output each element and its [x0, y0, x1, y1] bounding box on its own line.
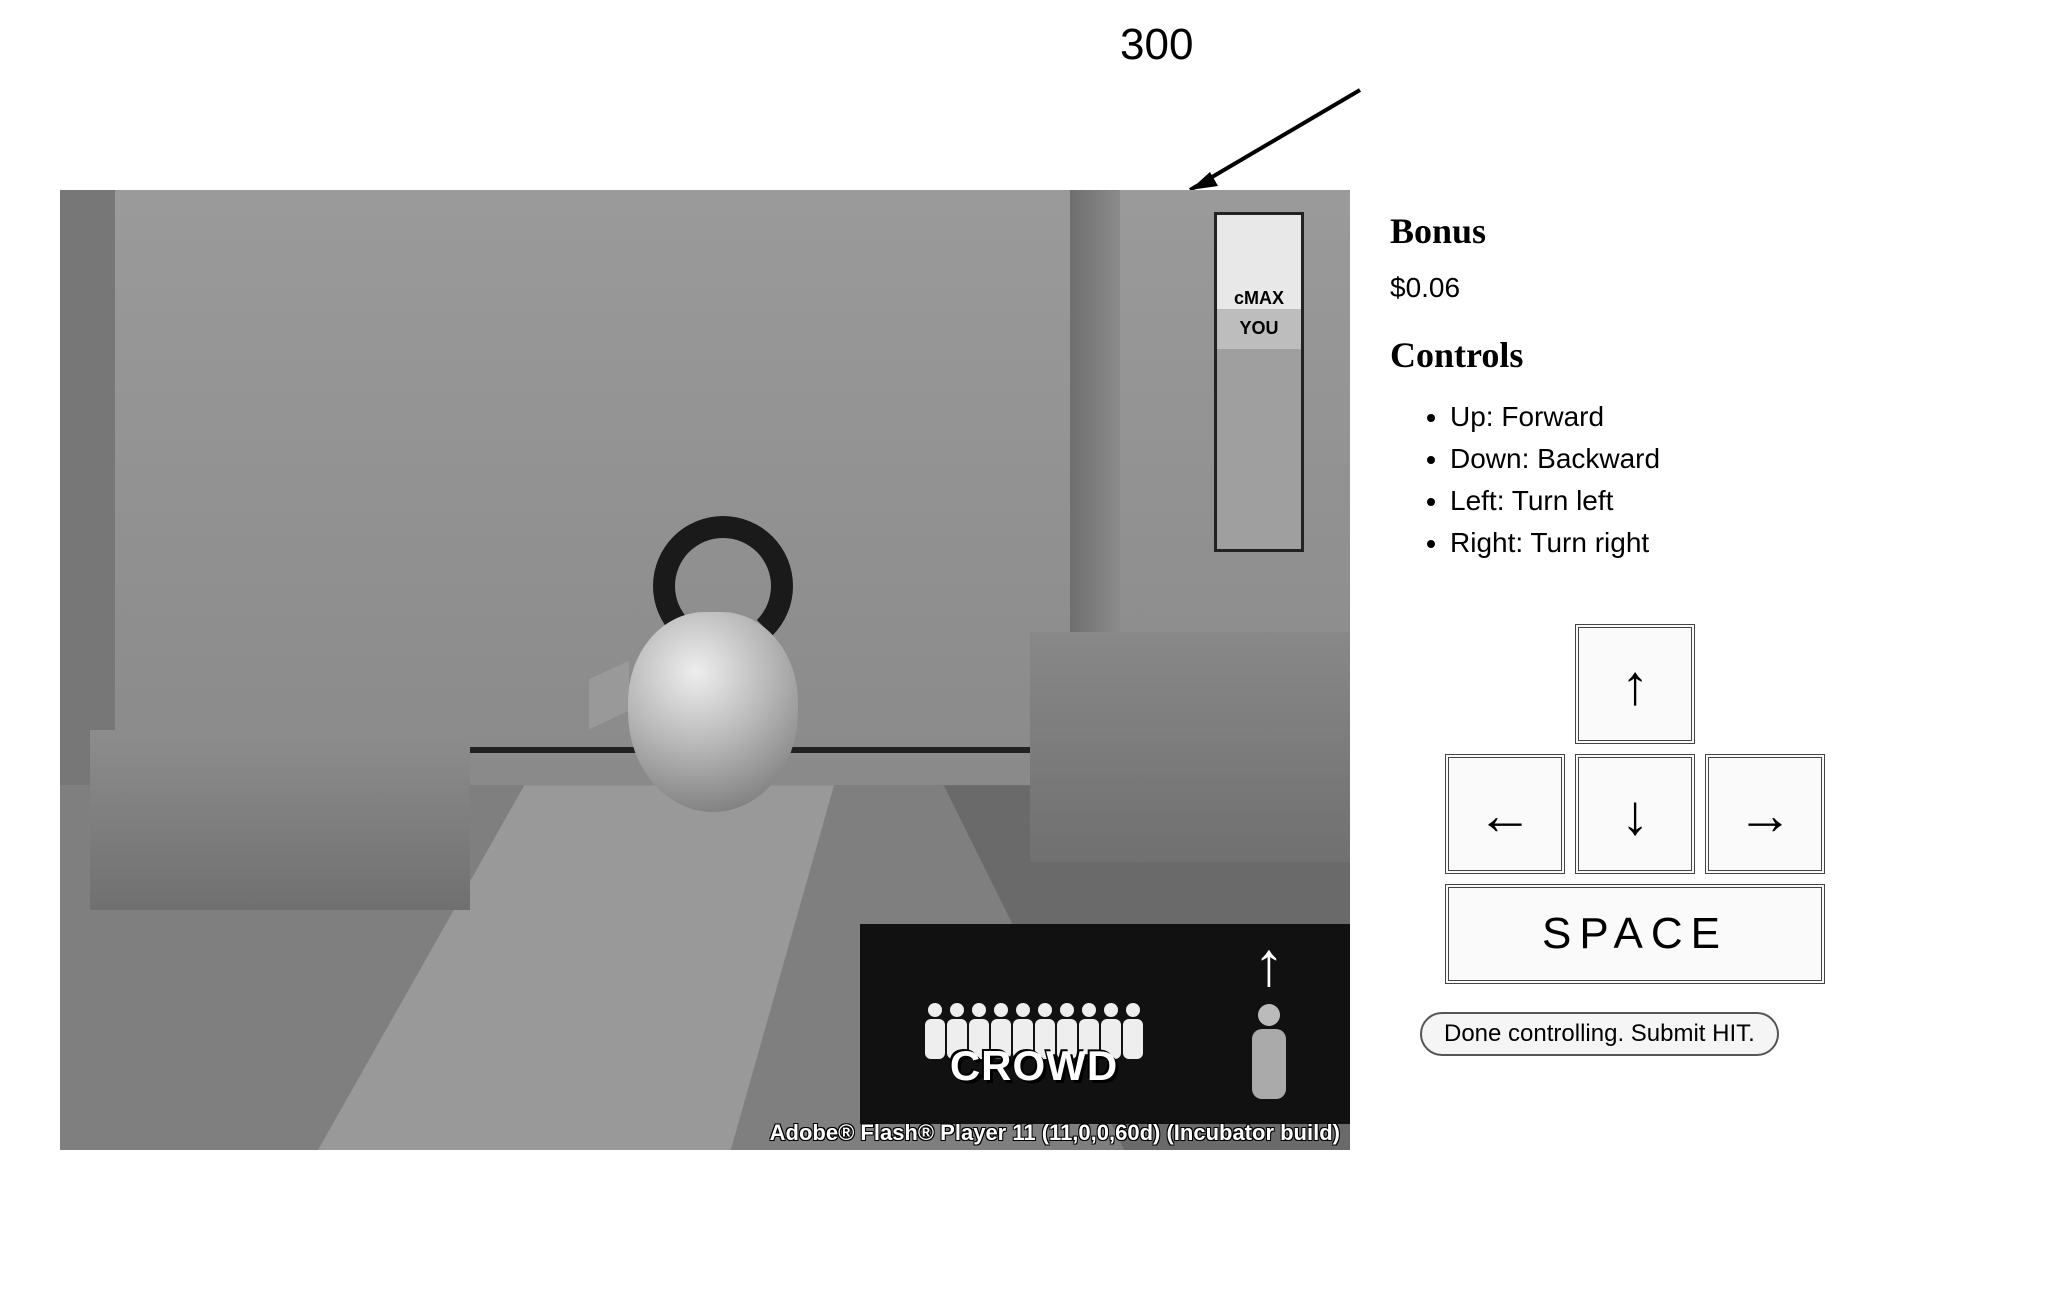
meter-lower: [1217, 349, 1301, 549]
meter-upper: cMAX: [1217, 215, 1301, 309]
crowd-status-overlay: CROWD ↑: [860, 924, 1350, 1124]
key-space[interactable]: SPACE: [1445, 884, 1825, 984]
controls-heading: Controls: [1390, 334, 1950, 376]
side-panel: Bonus $0.06 Controls Up: Forward Down: B…: [1390, 190, 1950, 1150]
key-down[interactable]: ↓: [1575, 754, 1695, 874]
crowd-label: CROWD: [950, 1042, 1118, 1090]
main-layout: 6 cMAX YOU: [60, 190, 1950, 1150]
key-left[interactable]: ←: [1445, 754, 1565, 874]
meter-max-label: cMAX: [1234, 288, 1284, 309]
flash-version-text: Adobe® Flash® Player 11 (11,0,0,60d) (In…: [770, 1120, 1340, 1146]
meter-you-label: YOU: [1239, 318, 1278, 339]
control-item-down: Down: Backward: [1450, 438, 1950, 480]
you-person-icon: [1252, 1004, 1286, 1099]
submit-label: Done controlling. Submit HIT.: [1444, 1020, 1755, 1047]
arrow-keypad: ↑ ← ↓ → SPACE: [1420, 624, 1850, 984]
bonus-value: $0.06: [1390, 272, 1950, 304]
arrow-up-icon: ↑: [1621, 652, 1649, 717]
figure-arrow-icon: [1170, 80, 1370, 200]
submit-hit-button[interactable]: Done controlling. Submit HIT.: [1420, 1012, 1779, 1056]
arrow-right-icon: →: [1737, 782, 1793, 847]
controls-list: Up: Forward Down: Backward Left: Turn le…: [1450, 396, 1950, 564]
meter-value: 6: [1232, 190, 1328, 195]
key-right[interactable]: →: [1705, 754, 1825, 874]
arrow-left-icon: ←: [1477, 782, 1533, 847]
scene-kettle-body: [628, 612, 798, 812]
video-feed-panel: 6 cMAX YOU: [60, 190, 1350, 1150]
arrow-down-icon: ↓: [1621, 782, 1649, 847]
up-arrow-icon: ↑: [1254, 934, 1285, 996]
control-item-right: Right: Turn right: [1450, 522, 1950, 564]
space-label: SPACE: [1542, 909, 1728, 959]
scene-box-left: [90, 730, 470, 910]
score-meter: 6 cMAX YOU: [1232, 200, 1328, 550]
control-item-left: Left: Turn left: [1450, 480, 1950, 522]
bonus-heading: Bonus: [1390, 210, 1950, 252]
crowd-group: CROWD: [874, 944, 1194, 1104]
meter-mid: YOU: [1217, 309, 1301, 349]
you-indicator: ↑: [1214, 934, 1324, 1114]
figure-number-label: 300: [1120, 20, 1193, 70]
control-item-up: Up: Forward: [1450, 396, 1950, 438]
scene-box-right: [1030, 632, 1350, 862]
key-up[interactable]: ↑: [1575, 624, 1695, 744]
